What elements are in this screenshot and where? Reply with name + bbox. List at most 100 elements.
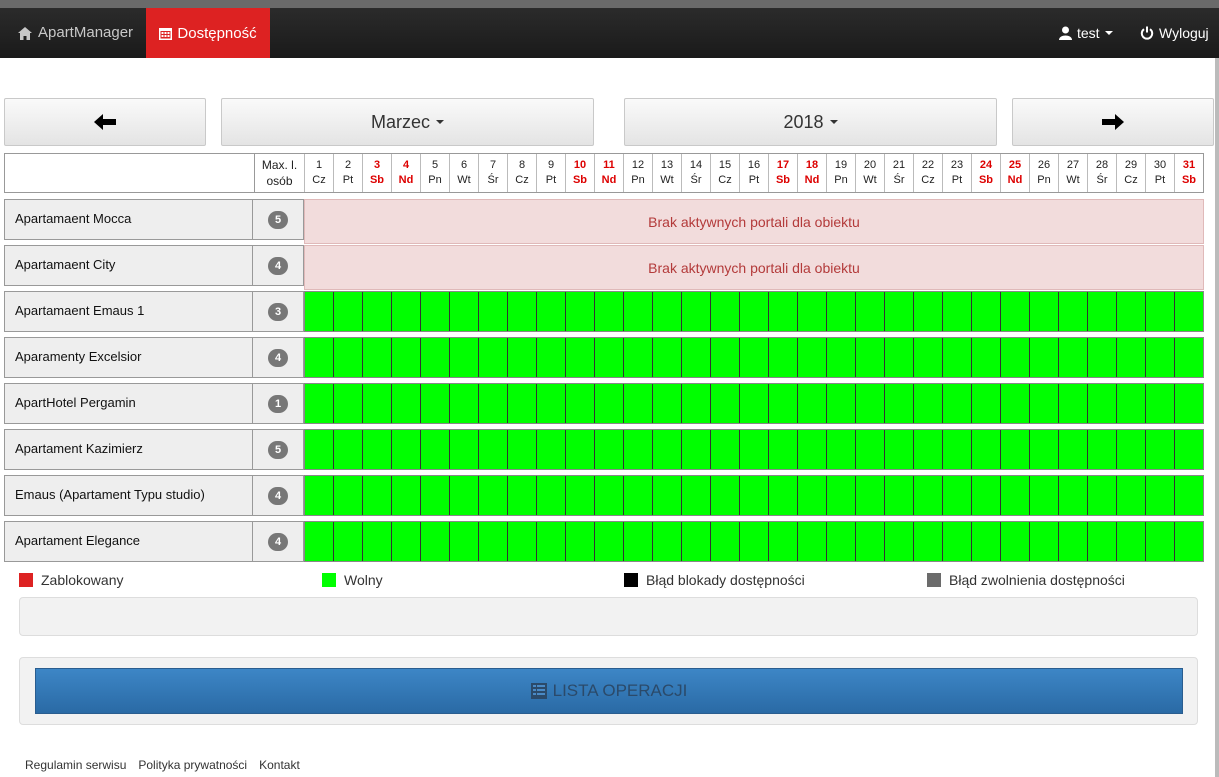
availability-cell-free[interactable] (449, 476, 478, 515)
availability-cell-free[interactable] (333, 384, 362, 423)
property-name[interactable]: Apartament Elegance (4, 521, 253, 562)
availability-cell-free[interactable] (1174, 384, 1203, 423)
availability-cell-free[interactable] (855, 522, 884, 561)
availability-cell-free[interactable] (710, 430, 739, 469)
availability-cell-free[interactable] (681, 338, 710, 377)
availability-cell-free[interactable] (710, 338, 739, 377)
availability-cell-free[interactable] (594, 292, 623, 331)
availability-cell-free[interactable] (1174, 430, 1203, 469)
availability-cell-free[interactable] (1087, 338, 1116, 377)
availability-cell-free[interactable] (710, 476, 739, 515)
availability-cell-free[interactable] (420, 292, 449, 331)
availability-cell-free[interactable] (739, 522, 768, 561)
availability-cell-free[interactable] (478, 522, 507, 561)
availability-cell-free[interactable] (391, 292, 420, 331)
availability-cell-free[interactable] (333, 292, 362, 331)
availability-cell-free[interactable] (391, 430, 420, 469)
availability-cell-free[interactable] (739, 338, 768, 377)
availability-cell-free[interactable] (884, 522, 913, 561)
month-select[interactable]: Marzec (221, 98, 594, 146)
property-name[interactable]: Emaus (Apartament Typu studio) (4, 475, 253, 516)
availability-cell-free[interactable] (739, 476, 768, 515)
availability-cell-free[interactable] (623, 384, 652, 423)
availability-cell-free[interactable] (536, 430, 565, 469)
availability-cell-free[interactable] (797, 338, 826, 377)
footer-link-terms[interactable]: Regulamin serwisu (25, 758, 126, 772)
availability-cell-free[interactable] (1029, 338, 1058, 377)
availability-cell-free[interactable] (305, 476, 333, 515)
availability-cell-free[interactable] (333, 522, 362, 561)
operations-list-button[interactable]: LISTA OPERACJI (35, 668, 1183, 714)
year-select[interactable]: 2018 (624, 98, 997, 146)
availability-cell-free[interactable] (420, 430, 449, 469)
availability-cell-free[interactable] (1087, 430, 1116, 469)
availability-cell-free[interactable] (942, 430, 971, 469)
availability-cell-free[interactable] (826, 292, 855, 331)
availability-cell-free[interactable] (797, 292, 826, 331)
availability-cell-free[interactable] (855, 338, 884, 377)
availability-cell-free[interactable] (536, 476, 565, 515)
availability-cell-free[interactable] (478, 384, 507, 423)
availability-cell-free[interactable] (652, 384, 681, 423)
availability-cell-free[interactable] (1145, 476, 1174, 515)
availability-cell-free[interactable] (1116, 338, 1145, 377)
availability-cell-free[interactable] (681, 522, 710, 561)
availability-cell-free[interactable] (1029, 384, 1058, 423)
availability-cell-free[interactable] (507, 522, 536, 561)
availability-cell-free[interactable] (1058, 384, 1087, 423)
availability-cell-free[interactable] (1145, 292, 1174, 331)
availability-cell-free[interactable] (710, 292, 739, 331)
availability-cell-free[interactable] (362, 384, 391, 423)
availability-cell-free[interactable] (565, 338, 594, 377)
availability-cell-free[interactable] (362, 476, 391, 515)
availability-cell-free[interactable] (420, 522, 449, 561)
availability-cell-free[interactable] (1145, 522, 1174, 561)
availability-cell-free[interactable] (942, 292, 971, 331)
availability-cell-free[interactable] (449, 384, 478, 423)
availability-cell-free[interactable] (362, 292, 391, 331)
availability-cell-free[interactable] (710, 522, 739, 561)
availability-cell-free[interactable] (362, 430, 391, 469)
availability-cell-free[interactable] (1116, 476, 1145, 515)
availability-cell-free[interactable] (1174, 338, 1203, 377)
property-name[interactable]: Apartament Kazimierz (4, 429, 253, 470)
footer-link-contact[interactable]: Kontakt (259, 758, 300, 772)
availability-cell-free[interactable] (942, 338, 971, 377)
availability-cell-free[interactable] (1087, 292, 1116, 331)
availability-cell-free[interactable] (478, 430, 507, 469)
availability-cell-free[interactable] (1000, 384, 1029, 423)
availability-cell-free[interactable] (449, 338, 478, 377)
availability-cell-free[interactable] (797, 476, 826, 515)
availability-cell-free[interactable] (305, 292, 333, 331)
availability-cell-free[interactable] (594, 338, 623, 377)
brand-link[interactable]: ApartManager (18, 8, 133, 58)
availability-cell-free[interactable] (1174, 522, 1203, 561)
availability-cell-free[interactable] (768, 292, 797, 331)
availability-cell-free[interactable] (1058, 430, 1087, 469)
availability-cell-free[interactable] (391, 384, 420, 423)
availability-cell-free[interactable] (536, 292, 565, 331)
availability-cell-free[interactable] (884, 292, 913, 331)
availability-cell-free[interactable] (739, 430, 768, 469)
availability-cell-free[interactable] (623, 430, 652, 469)
availability-cell-free[interactable] (681, 476, 710, 515)
availability-cell-free[interactable] (797, 384, 826, 423)
availability-cell-free[interactable] (362, 338, 391, 377)
availability-cell-free[interactable] (478, 338, 507, 377)
availability-cell-free[interactable] (391, 476, 420, 515)
logout-button[interactable]: Wyloguj (1140, 8, 1209, 58)
availability-cell-free[interactable] (826, 476, 855, 515)
availability-cell-free[interactable] (1087, 522, 1116, 561)
availability-cell-free[interactable] (391, 338, 420, 377)
availability-cell-free[interactable] (855, 430, 884, 469)
availability-cell-free[interactable] (623, 338, 652, 377)
availability-cell-free[interactable] (1029, 476, 1058, 515)
availability-cell-free[interactable] (507, 338, 536, 377)
availability-cell-free[interactable] (681, 384, 710, 423)
availability-cell-free[interactable] (768, 522, 797, 561)
availability-cell-free[interactable] (768, 430, 797, 469)
next-month-button[interactable] (1012, 98, 1214, 146)
availability-cell-free[interactable] (739, 292, 768, 331)
scrollbar[interactable] (1215, 58, 1219, 777)
availability-cell-free[interactable] (1058, 476, 1087, 515)
